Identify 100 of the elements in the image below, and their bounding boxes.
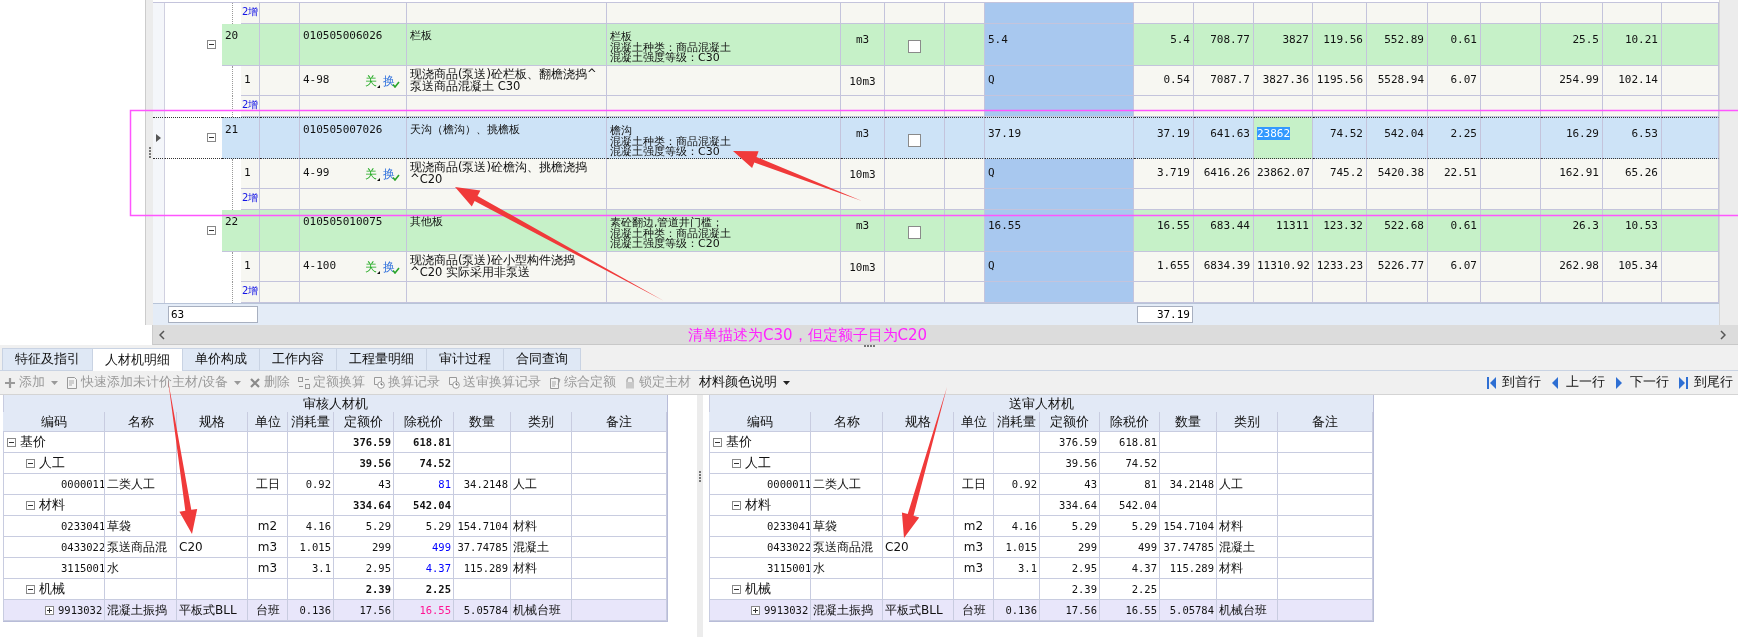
conversion-button[interactable]: 换 — [383, 260, 403, 274]
table-cell: 6416.26 — [1194, 159, 1254, 189]
table-cell: 708.77 — [1194, 24, 1254, 66]
tab[interactable]: 单价构成 — [182, 348, 260, 370]
collapse-icon[interactable] — [713, 437, 722, 447]
table-cell: 25.5 — [1541, 24, 1603, 66]
table-cell: 5420.38 — [1367, 159, 1428, 189]
annotation-text: 清单描述为C30，但定额子目为C20 — [688, 326, 928, 344]
table-cell: 010505007026 — [300, 117, 407, 159]
record-icon — [448, 376, 461, 389]
table-cell: Q — [985, 252, 1134, 282]
table-cell: 檐沟 混凝土种类：商品混凝土 混凝土强度等级：C30 — [607, 117, 841, 159]
tab[interactable]: 合同查询 — [503, 348, 581, 370]
collapse-icon[interactable] — [207, 39, 216, 49]
table-cell: 3.719 — [1134, 159, 1194, 189]
last-row-icon — [1679, 376, 1688, 389]
table-cell: 16.29 — [1541, 117, 1603, 159]
table-cell: 5528.94 — [1367, 66, 1428, 96]
collapse-icon[interactable] — [26, 458, 35, 468]
table-cell: 现浇商品(泵送)砼小型构件浇捣 ^C20 实际采用非泵送 — [407, 252, 607, 282]
table-cell: 522.68 — [1367, 210, 1428, 252]
table-cell: 栏板 — [407, 24, 607, 66]
table-cell: 10m3 — [841, 66, 885, 96]
tab[interactable]: 人材机明细 — [92, 348, 183, 371]
table-title: 送审人材机 — [709, 395, 1373, 412]
table-cell: 1 — [241, 159, 260, 189]
table-cell-text: 0000011 — [61, 477, 104, 492]
total-field[interactable]: 37.19 — [1137, 306, 1193, 323]
table-cell: 平板式BLL — [177, 600, 248, 621]
next-icon — [1615, 376, 1624, 389]
table-cell: 119.56 — [1313, 24, 1367, 66]
expand-icon[interactable] — [751, 605, 760, 615]
tab[interactable]: 工程量明细 — [336, 348, 427, 370]
table-cell: 0.61 — [1428, 24, 1481, 66]
collapse-icon[interactable] — [732, 458, 741, 468]
table-cell: 6834.39 — [1194, 252, 1254, 282]
navigation-button[interactable]: 上一行 — [1546, 372, 1610, 393]
table-cell: 1.655 — [1134, 252, 1194, 282]
table-cell: 0.136 — [288, 600, 334, 621]
conversion-button[interactable]: 换 — [383, 74, 403, 88]
tab[interactable]: 工作内容 — [259, 348, 337, 370]
checkbox[interactable] — [908, 40, 921, 53]
scroll-left-icon[interactable] — [159, 329, 165, 340]
table-cell: 262.98 — [1541, 252, 1603, 282]
table-cell: 20 — [222, 24, 260, 66]
table-cell: 21 — [222, 117, 260, 159]
collapse-icon[interactable] — [732, 500, 741, 510]
add-link[interactable]: 2增 — [242, 192, 259, 203]
table-cell: m3 — [841, 24, 885, 66]
add-link[interactable]: 2增 — [242, 6, 259, 17]
add-link[interactable]: 2增 — [242, 285, 259, 296]
collapse-icon[interactable] — [26, 500, 35, 510]
table-cell: 683.44 — [1194, 210, 1254, 252]
count-field[interactable]: 63 — [168, 306, 258, 323]
table-cell: 4-98 — [303, 74, 330, 86]
table-cell: 7087.7 — [1194, 66, 1254, 96]
table-cell: 1233.23 — [1313, 252, 1367, 282]
table-cell: 天沟（檐沟）、挑檐板 — [407, 117, 607, 159]
table-cell: 混凝土振捣 — [105, 600, 177, 621]
navigation-button[interactable]: 到尾行 — [1674, 372, 1738, 393]
navigation-button[interactable]: 到首行 — [1482, 372, 1546, 393]
toolbar-button[interactable]: 材料颜色说明 — [695, 372, 795, 393]
table-cell: m3 — [841, 117, 885, 159]
collapse-icon[interactable] — [7, 437, 16, 447]
table-cell: Q — [985, 66, 1134, 96]
table-cell: 17.56 — [334, 600, 394, 621]
scrollbar[interactable] — [1719, 0, 1738, 325]
table-cell: 010505006026 — [300, 24, 407, 66]
grid-icon — [298, 376, 311, 389]
table-cell: 65.26 — [1603, 159, 1662, 189]
table-cell: 机械台班 — [1217, 600, 1278, 621]
conversion-button[interactable]: 换 — [383, 167, 403, 181]
table-cell: 台班 — [954, 600, 994, 621]
tab[interactable]: 审计过程 — [426, 348, 504, 370]
expand-icon[interactable] — [45, 605, 54, 615]
document-icon — [549, 376, 562, 389]
collapse-icon[interactable] — [207, 225, 216, 235]
navigation-button[interactable]: 下一行 — [1610, 372, 1674, 393]
grip-icon[interactable] — [148, 147, 151, 158]
record-icon — [373, 376, 386, 389]
table-cell: Q — [985, 159, 1134, 189]
table-cell: 23862 — [1254, 117, 1313, 159]
lock-icon — [624, 376, 637, 389]
scroll-right-icon[interactable] — [1720, 329, 1726, 340]
collapse-icon[interactable] — [207, 132, 216, 142]
table-cell: 745.2 — [1313, 159, 1367, 189]
table-cell: 5.4 — [985, 24, 1134, 66]
table-cell: 11310.92 — [1254, 252, 1313, 282]
table-cell-text: 0000011 — [767, 477, 810, 492]
table-cell: 37.19 — [1134, 117, 1194, 159]
collapse-icon[interactable] — [26, 584, 35, 594]
checkbox[interactable] — [908, 133, 921, 147]
add-link[interactable]: 2增 — [242, 99, 259, 110]
collapse-icon[interactable] — [732, 584, 741, 594]
checkbox[interactable] — [908, 226, 921, 239]
tab[interactable]: 特征及指引 — [2, 348, 93, 370]
delete-icon — [249, 376, 262, 389]
table-cell: 混凝土振捣 — [811, 600, 883, 621]
table-cell: 254.99 — [1541, 66, 1603, 96]
table-cell: 162.91 — [1541, 159, 1603, 189]
